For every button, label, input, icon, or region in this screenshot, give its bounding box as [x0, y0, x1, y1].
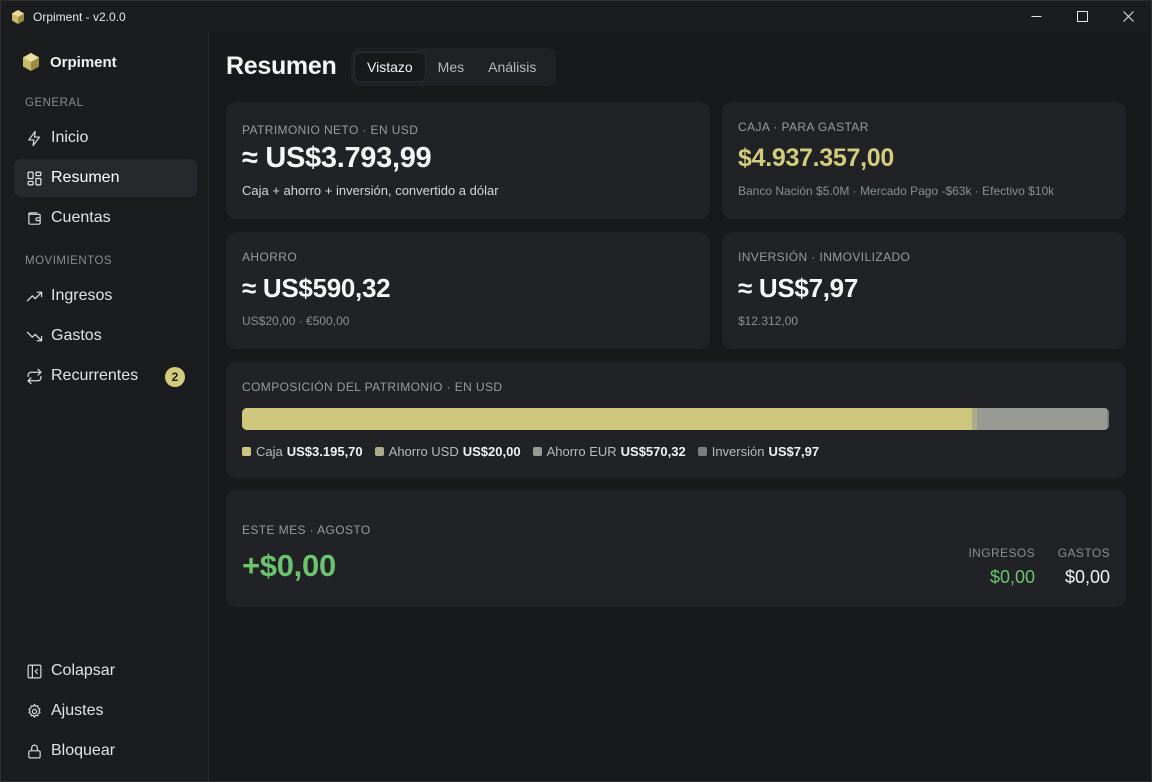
month-expense-stat: GASTOS $0,00 — [1058, 546, 1110, 588]
minimize-icon — [1031, 16, 1041, 17]
net-worth-value: ≈ US$3.793,99 — [242, 142, 432, 174]
sidebar-item-ajustes[interactable]: Ajustes — [14, 692, 197, 730]
composition-card: COMPOSICIÓN DEL PATRIMONIO · EN USD Caja… — [226, 362, 1126, 478]
cash-label: CAJA · PARA GASTAR — [738, 120, 869, 134]
brand-name: Orpiment — [50, 53, 117, 71]
tab-analisis[interactable]: Análisis — [476, 52, 548, 82]
sidebar-item-gastos[interactable]: Gastos — [14, 317, 197, 355]
sidebar-item-recurrentes[interactable]: Recurrentes 2 — [14, 357, 197, 395]
legend-item-ahorro-eur: Ahorro EUR US$570,32 — [532, 444, 686, 459]
brand[interactable]: Orpiment — [21, 52, 117, 72]
composition-bar — [242, 408, 1109, 430]
grid-icon — [25, 169, 43, 187]
month-income-stat: INGRESOS $0,00 — [968, 546, 1035, 588]
close-icon — [1122, 11, 1134, 22]
app-logo-icon — [12, 9, 24, 24]
app-window: Orpiment - v2.0.0 Orpiment GENERAL Inici… — [0, 0, 1152, 782]
section-label-general: GENERAL — [25, 97, 84, 109]
collapse-icon — [25, 662, 43, 680]
month-label: ESTE MES · AGOSTO — [242, 523, 371, 537]
bolt-icon — [25, 129, 43, 147]
net-worth-card: PATRIMONIO NETO · EN USD ≈ US$3.793,99 C… — [226, 102, 710, 219]
bar-segment-caja — [242, 408, 973, 430]
cash-detail: Banco Nación $5.0M · Mercado Pago -$63k … — [738, 184, 1055, 198]
trend-down-icon — [25, 327, 43, 345]
savings-detail: US$20,00 · €500,00 — [242, 314, 350, 328]
legend-swatch — [242, 447, 251, 456]
legend-name: Inversión — [711, 444, 765, 459]
legend-value: US$7,97 — [768, 444, 820, 459]
composition-label: COMPOSICIÓN DEL PATRIMONIO · EN USD — [242, 380, 503, 394]
lock-button[interactable]: Bloquear — [14, 732, 197, 770]
legend-swatch — [374, 447, 384, 456]
main-content: Resumen Vistazo Mes Análisis PATRIMONIO … — [210, 32, 1151, 781]
sidebar-item-label: Cuentas — [51, 209, 111, 226]
page-title: Resumen — [226, 52, 337, 80]
investment-detail: $12.312,00 — [738, 314, 799, 328]
lock-icon — [25, 742, 43, 760]
legend-name: Ahorro EUR — [546, 444, 617, 459]
bar-segment-ahorro-eur — [976, 408, 1108, 430]
sidebar-item-label: Resumen — [51, 169, 120, 186]
month-card: ESTE MES · AGOSTO +$0,00 INGRESOS $0,00 … — [226, 490, 1126, 607]
sidebar-item-label: Recurrentes — [51, 367, 139, 384]
section-label-movimientos: MOVIMIENTOS — [25, 255, 113, 267]
legend-name: Caja — [256, 444, 283, 459]
investment-value: ≈ US$7,97 — [738, 273, 858, 303]
income-value: $0,00 — [989, 567, 1035, 587]
sidebar-item-resumen[interactable]: Resumen — [14, 159, 197, 197]
savings-card: AHORRO ≈ US$590,32 US$20,00 · €500,00 — [226, 232, 710, 349]
legend-value: US$20,00 — [462, 444, 521, 459]
minimize-button[interactable] — [1013, 1, 1059, 32]
sidebar-item-label: Ajustes — [51, 702, 104, 719]
close-button[interactable] — [1105, 1, 1151, 32]
composition-legend: Caja US$3.195,70 Ahorro USD US$20,00 Ahorro … — [242, 444, 831, 459]
sidebar-item-label: Ingresos — [51, 287, 113, 304]
repeat-icon — [25, 367, 43, 385]
legend-name: Ahorro USD — [388, 444, 459, 459]
sidebar-item-cuentas[interactable]: Cuentas — [14, 199, 197, 237]
expense-value: $0,00 — [1064, 567, 1110, 587]
sidebar-item-label: Colapsar — [51, 662, 116, 679]
legend-value: US$3.195,70 — [286, 444, 363, 459]
bar-segment-inversion — [1107, 408, 1109, 430]
collapse-sidebar-button[interactable]: Colapsar — [14, 652, 197, 690]
sidebar-item-ingresos[interactable]: Ingresos — [14, 277, 197, 315]
legend-swatch — [697, 447, 707, 456]
recurrentes-count-badge: 2 — [165, 367, 185, 387]
sidebar-item-label: Gastos — [51, 327, 102, 344]
investment-card: INVERSIÓN · INMOVILIZADO ≈ US$7,97 $12.3… — [722, 232, 1126, 349]
maximize-icon — [1076, 11, 1088, 22]
legend-value: US$570,32 — [620, 444, 686, 459]
net-worth-label: PATRIMONIO NETO · EN USD — [242, 123, 419, 137]
legend-item-inversion: Inversión US$7,97 — [697, 444, 820, 459]
tab-vistazo[interactable]: Vistazo — [354, 52, 426, 82]
income-label: INGRESOS — [968, 546, 1035, 560]
sidebar-item-inicio[interactable]: Inicio — [14, 119, 197, 157]
savings-value: ≈ US$590,32 — [242, 273, 391, 303]
expense-label: GASTOS — [1057, 546, 1110, 560]
savings-label: AHORRO — [242, 250, 298, 264]
net-worth-description: Caja + ahorro + inversión, convertido a … — [242, 183, 499, 198]
legend-swatch — [532, 447, 542, 456]
investment-label: INVERSIÓN · INMOVILIZADO — [738, 250, 911, 264]
wallet-icon — [25, 209, 43, 227]
sidebar: Orpiment GENERAL Inicio Resumen Cuentas … — [1, 32, 209, 781]
gear-icon — [25, 702, 43, 720]
sidebar-item-label: Bloquear — [51, 742, 116, 759]
sidebar-item-label: Inicio — [51, 129, 89, 146]
view-tabs: Vistazo Mes Análisis — [351, 48, 556, 86]
title-bar: Orpiment - v2.0.0 — [1, 1, 1151, 32]
cash-value: $4.937.357,00 — [738, 144, 894, 172]
window-title: Orpiment - v2.0.0 — [33, 9, 126, 24]
trend-up-icon — [25, 287, 43, 305]
app-logo-icon — [23, 53, 39, 71]
legend-item-ahorro-usd: Ahorro USD US$20,00 — [374, 444, 521, 459]
month-balance-value: +$0,00 — [242, 548, 336, 583]
maximize-button[interactable] — [1059, 1, 1105, 32]
legend-item-caja: Caja US$3.195,70 — [242, 444, 363, 459]
tab-mes[interactable]: Mes — [426, 52, 476, 82]
cash-card: CAJA · PARA GASTAR $4.937.357,00 Banco N… — [722, 102, 1126, 219]
